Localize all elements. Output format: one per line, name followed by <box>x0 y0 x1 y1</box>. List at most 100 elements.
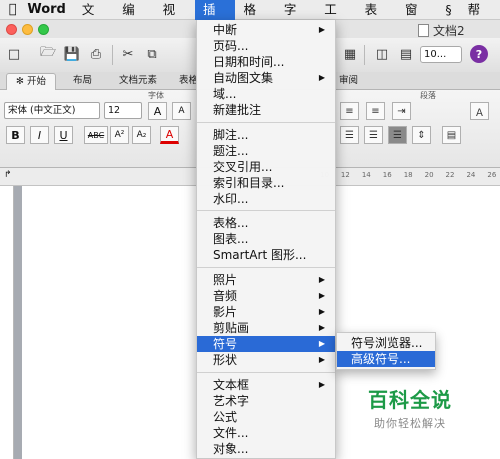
font-size-select[interactable]: 12 <box>104 102 142 119</box>
menu-item-label: 剪贴画 <box>213 321 250 335</box>
menu-font[interactable]: 字体 <box>276 0 316 37</box>
tab-document-elements[interactable]: 文档元素 <box>110 73 166 90</box>
menu-item-new-comment[interactable]: 新建批注 <box>197 102 335 118</box>
document-title: 文档2 <box>418 22 465 39</box>
menu-item-label: 中断 <box>213 23 238 37</box>
menu-table[interactable]: 表格 <box>357 0 397 37</box>
justify-icon[interactable]: ☰ <box>388 126 407 144</box>
submenu-arrow-icon: ▶ <box>318 25 325 34</box>
cut-icon[interactable]: ✂ <box>118 44 138 64</box>
menu-item-chart[interactable]: 图表... <box>197 231 335 247</box>
subscript-button[interactable]: A₂ <box>132 126 151 144</box>
copy-icon[interactable]: ⧉ <box>142 44 162 64</box>
menu-item-field[interactable]: 域... <box>197 86 335 102</box>
minimize-button[interactable] <box>22 24 33 35</box>
menu-item-break[interactable]: 中断 ▶ <box>197 22 335 38</box>
menu-separator <box>197 210 335 211</box>
vertical-ruler <box>0 186 14 459</box>
line-spacing-icon[interactable]: ⇕ <box>412 126 431 144</box>
menu-item-symbol-browser[interactable]: 符号浏览器... <box>337 335 435 351</box>
open-folder-icon[interactable]: 🗁 <box>38 44 58 64</box>
document-title-text: 文档2 <box>433 24 465 38</box>
menu-item-date-time[interactable]: 日期和时间... <box>197 54 335 70</box>
menu-item-audio[interactable]: 音频 ▶ <box>197 288 335 304</box>
submenu-arrow-icon: ▶ <box>318 339 325 348</box>
menu-item-file[interactable]: 文件... <box>197 425 335 441</box>
menu-item-page-numbers[interactable]: 页码... <box>197 38 335 54</box>
submenu-arrow-icon: ▶ <box>318 73 325 82</box>
app-menu[interactable]: Word <box>25 2 74 17</box>
font-color-button[interactable]: A <box>160 126 179 144</box>
underline-button[interactable]: U <box>54 126 73 144</box>
menu-item-text-box[interactable]: 文本框 ▶ <box>197 377 335 393</box>
script-menu-icon[interactable]: § <box>437 0 459 20</box>
menu-item-symbol[interactable]: 符号 ▶ <box>197 336 335 352</box>
strikethrough-button[interactable]: ABC <box>84 126 108 144</box>
ruler-mark: 20 <box>424 171 434 179</box>
menu-format[interactable]: 格式 <box>235 0 275 37</box>
menu-view[interactable]: 视图 <box>155 0 195 37</box>
menu-item-watermark[interactable]: 水印... <box>197 191 335 207</box>
new-document-icon[interactable]: □ <box>4 44 24 64</box>
align-left-icon[interactable]: ☰ <box>340 126 359 144</box>
print-icon[interactable]: ⎙ <box>86 44 106 64</box>
menu-item-photo[interactable]: 照片 ▶ <box>197 272 335 288</box>
close-button[interactable] <box>6 24 17 35</box>
styles-icon[interactable]: Ａ <box>470 102 489 120</box>
menu-item-label: 影片 <box>213 305 238 319</box>
help-button[interactable]: ? <box>470 45 488 63</box>
grow-font-button[interactable]: A <box>148 102 167 120</box>
menu-item-advanced-symbol[interactable]: 高级符号... <box>337 351 435 367</box>
submenu-arrow-icon: ▶ <box>318 275 325 284</box>
superscript-button[interactable]: A² <box>110 126 129 144</box>
shrink-font-button[interactable]: A <box>172 102 191 120</box>
menu-item-footnote[interactable]: 脚注... <box>197 127 335 143</box>
menu-file[interactable]: 文件 <box>74 0 114 37</box>
toolbox-icon[interactable]: ▤ <box>396 44 416 64</box>
tab-layout[interactable]: 布局 <box>64 73 101 90</box>
menu-tools[interactable]: 工具 <box>316 0 356 37</box>
italic-button[interactable]: I <box>30 126 49 144</box>
menu-item-smartart[interactable]: SmartArt 图形... <box>197 247 335 263</box>
submenu-arrow-icon: ▶ <box>318 323 325 332</box>
ruler-marks: 10 12 14 16 18 20 22 24 26 28 <box>320 171 500 179</box>
menu-item-wordart[interactable]: 艺术字 <box>197 393 335 409</box>
menu-item-autotext[interactable]: 自动图文集 ▶ <box>197 70 335 86</box>
ruler-mark: 16 <box>382 171 392 179</box>
menu-edit[interactable]: 编辑 <box>114 0 154 37</box>
menu-item-label: 音频 <box>213 289 238 303</box>
ruler-mark: 12 <box>340 171 350 179</box>
menu-item-equation[interactable]: 公式 <box>197 409 335 425</box>
toolbar-divider <box>112 45 113 65</box>
menu-item-cross-reference[interactable]: 交叉引用... <box>197 159 335 175</box>
indent-icon[interactable]: ⇥ <box>392 102 411 120</box>
menu-help[interactable]: 帮助 <box>460 0 500 37</box>
numbering-icon[interactable]: ≡ <box>366 102 385 120</box>
ruler-mark: 22 <box>445 171 455 179</box>
menu-item-label: 符号 <box>213 337 238 351</box>
bold-button[interactable]: B <box>6 126 25 144</box>
ruler-mark: 26 <box>487 171 497 179</box>
tab-home[interactable]: ✻ 开始 <box>6 73 56 90</box>
sidebar-icon[interactable]: ◫ <box>372 44 392 64</box>
columns-icon[interactable]: ▦ <box>340 44 360 64</box>
menu-item-shape[interactable]: 形状 ▶ <box>197 352 335 368</box>
save-icon[interactable]: 💾 <box>62 44 82 64</box>
align-center-icon[interactable]: ☰ <box>364 126 383 144</box>
menu-item-caption[interactable]: 题注... <box>197 143 335 159</box>
tab-stop-icon[interactable]: ↱ <box>4 170 12 180</box>
menu-item-index-toc[interactable]: 索引和目录... <box>197 175 335 191</box>
menu-item-object[interactable]: 对象... <box>197 441 335 457</box>
menu-insert[interactable]: 插入 <box>195 0 236 37</box>
menu-item-movie[interactable]: 影片 ▶ <box>197 304 335 320</box>
menu-window[interactable]: 窗口 <box>397 0 437 37</box>
zoom-button[interactable] <box>38 24 49 35</box>
bullets-icon[interactable]: ≡ <box>340 102 359 120</box>
menu-item-clip-art[interactable]: 剪贴画 ▶ <box>197 320 335 336</box>
zoom-select[interactable]: 10... <box>420 46 462 63</box>
menu-item-table[interactable]: 表格... <box>197 215 335 231</box>
apple-icon[interactable]:  <box>0 2 25 17</box>
shading-icon[interactable]: ▤ <box>442 126 461 144</box>
insert-menu: 中断 ▶ 页码... 日期和时间... 自动图文集 ▶ 域... 新建批注 脚注..… <box>196 20 336 459</box>
font-name-select[interactable]: 宋体 (中文正文) <box>4 102 100 119</box>
